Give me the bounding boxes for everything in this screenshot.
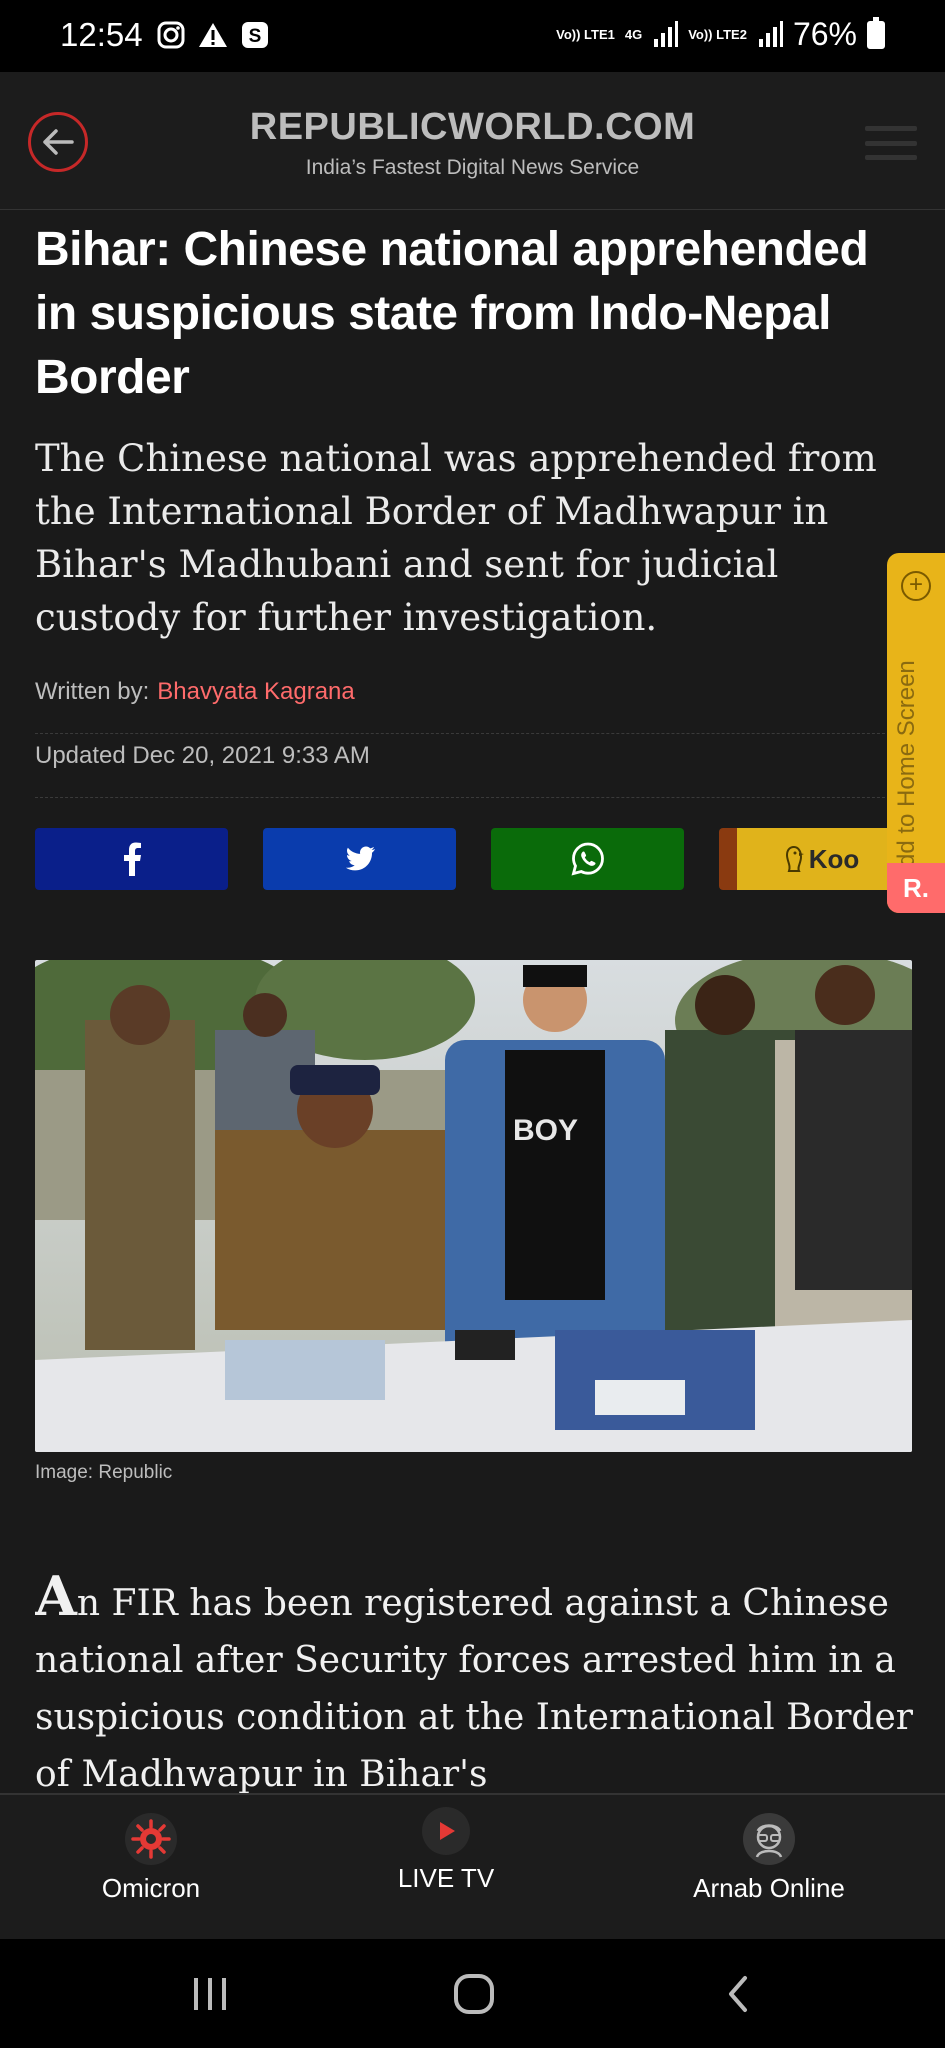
add-to-home-label: Add to Home Screen [893,660,920,883]
byline: Written by: Bhavyata Kagrana [35,678,910,734]
facebook-share-button[interactable] [35,828,228,890]
site-tagline: India’s Fastest Digital News Service [305,156,640,179]
site-header: REPUBLICWORLD.COM India’s Fastest Digita… [0,72,945,210]
police-arrest-photo: BOY [35,960,912,1452]
add-to-home-screen-tab[interactable]: + Add to Home Screen R. [887,553,945,913]
republic-logo: R. [887,863,945,913]
battery-percent: 76% [792,16,857,52]
article-body: An FIR has been registered against a Chi… [35,1568,915,1794]
signal-icon [654,20,679,47]
system-navigation-bar [0,1939,945,2048]
article-body-text: n FIR has been registered against a Chin… [35,1583,913,1794]
koo-share-button[interactable]: Koo [719,828,905,890]
instagram-icon [156,20,186,50]
home-button[interactable] [444,1969,504,2019]
twitter-icon [345,846,375,871]
virus-icon [125,1813,177,1865]
network-type: 4G [624,26,643,42]
network-lte1: Vo)) LTE1 [556,26,615,42]
s-app-icon: S [240,20,270,50]
nav-label: Arnab Online [693,1873,845,1903]
twitter-share-button[interactable] [263,828,456,890]
whatsapp-share-button[interactable] [491,828,684,890]
koo-label: Koo [808,843,860,874]
article-headline: Bihar: Chinese national apprehended in s… [35,223,869,404]
site-logo[interactable]: REPUBLICWORLD.COM [0,106,945,149]
notification-icons: S [156,20,270,50]
bottom-navigation: Omicron LIVE TV Arnab Online [0,1793,945,1939]
menu-icon[interactable] [865,126,917,160]
status-time: 12:54 [60,16,143,53]
whatsapp-icon [571,842,604,876]
article-subhead: The Chinese national was apprehended fro… [35,437,877,639]
share-buttons: Koo [35,828,935,890]
home-icon [454,1974,494,2014]
nav-label: Omicron [101,1873,201,1903]
image-caption: Image: Republic [35,1462,173,1483]
recents-icon [194,1978,226,2010]
nav-item-live-tv[interactable]: LIVE TV [321,1807,571,1894]
svg-text:BOY: BOY [513,1114,578,1147]
updated-text: Updated Dec 20, 2021 9:33 AM [35,742,370,769]
author-link[interactable]: Bhavyata Kagrana [157,678,354,705]
article-image: BOY [35,960,912,1452]
svg-text:S: S [249,26,262,47]
signal-icon [758,20,783,47]
facebook-icon [123,842,141,876]
status-indicators: Vo)) LTE1 4G Vo)) LTE2 76% [556,16,885,53]
play-icon [422,1807,470,1855]
avatar-icon [743,1813,795,1865]
warning-icon [198,20,228,50]
recent-apps-button[interactable] [180,1969,240,2019]
nav-item-omicron[interactable]: Omicron [26,1813,276,1904]
status-bar: 12:54 S Vo)) LTE1 4G Vo)) LTE2 76% [0,0,945,72]
chevron-left-icon [729,1976,747,2012]
nav-label: LIVE TV [397,1863,495,1893]
koo-bird-icon [785,845,804,872]
back-nav-button[interactable] [708,1969,768,2019]
nav-item-arnab-online[interactable]: Arnab Online [644,1813,894,1904]
updated-timestamp: Updated Dec 20, 2021 9:33 AM [35,742,910,798]
battery-icon [867,16,885,49]
dropcap: A [35,1568,77,1628]
written-by-label: Written by: [35,678,150,705]
network-lte2: Vo)) LTE2 [688,26,747,42]
